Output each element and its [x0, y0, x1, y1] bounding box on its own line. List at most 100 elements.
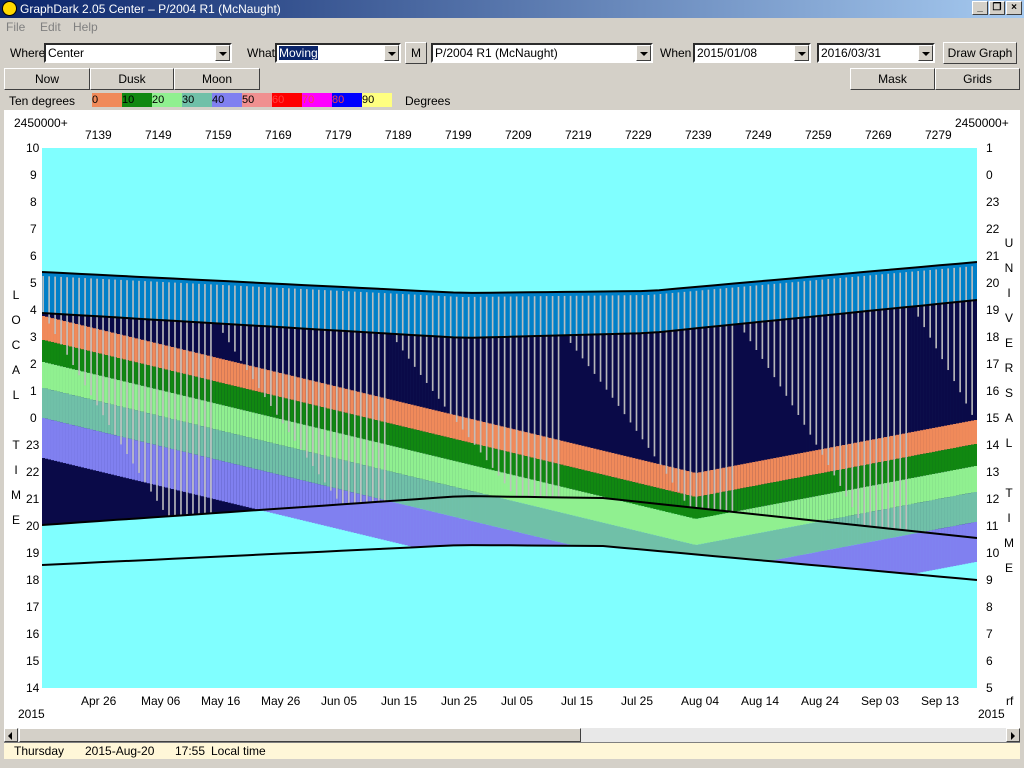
- altitude-band: [494, 496, 498, 527]
- moon-stripe: [84, 278, 86, 386]
- altitude-band: [953, 495, 957, 526]
- scroll-thumb[interactable]: [19, 728, 581, 742]
- altitude-band: [239, 465, 244, 506]
- altitude-band: [308, 482, 313, 523]
- twilight-band: [818, 275, 822, 316]
- where-select[interactable]: Center: [44, 43, 232, 63]
- altitude-band: [449, 414, 453, 439]
- altitude-band: [158, 446, 163, 487]
- twilight-band: [182, 279, 187, 322]
- altitude-band: [356, 463, 360, 494]
- menu-help[interactable]: Help: [73, 20, 98, 34]
- altitude-band: [632, 458, 636, 483]
- altitude-band: [116, 406, 121, 437]
- darkness-graph[interactable]: [42, 148, 977, 688]
- altitude-band: [806, 475, 810, 498]
- altitude-band: [896, 434, 900, 459]
- altitude-band: [59, 366, 64, 393]
- altitude-band: [356, 415, 360, 438]
- altitude-band: [104, 403, 109, 434]
- altitude-band: [416, 508, 420, 548]
- altitude-band: [755, 533, 759, 561]
- mask-button[interactable]: Mask: [850, 68, 935, 90]
- what-select[interactable]: Moving: [275, 43, 401, 63]
- altitude-band: [521, 533, 525, 546]
- altitude-band: [728, 490, 732, 513]
- vertical-letter: E: [1004, 336, 1013, 350]
- altitude-band: [242, 436, 247, 467]
- altitude-band: [500, 498, 504, 529]
- altitude-band: [233, 386, 238, 409]
- grids-button[interactable]: Grids: [935, 68, 1020, 90]
- chevron-down-icon[interactable]: [636, 45, 651, 61]
- altitude-band: [332, 457, 336, 488]
- scroll-right-icon[interactable]: [1006, 728, 1020, 742]
- altitude-band: [152, 414, 157, 445]
- altitude-band: [734, 537, 738, 559]
- now-button[interactable]: Now: [4, 68, 90, 90]
- close-button[interactable]: ×: [1006, 1, 1022, 15]
- dusk-button[interactable]: Dusk: [90, 68, 174, 90]
- altitude-band: [74, 425, 79, 466]
- altitude-band: [569, 466, 573, 489]
- altitude-band: [947, 449, 951, 472]
- start-date-select[interactable]: 2015/01/08: [693, 43, 811, 63]
- minimize-button[interactable]: _: [972, 1, 988, 15]
- altitude-band: [59, 392, 64, 423]
- chevron-down-icon[interactable]: [794, 45, 809, 61]
- date-tick-label: Jul 15: [561, 694, 594, 708]
- altitude-band: [548, 461, 552, 484]
- altitude-band: [422, 431, 426, 454]
- altitude-band: [686, 471, 690, 496]
- altitude-band: [350, 492, 354, 533]
- twilight-band: [212, 280, 217, 324]
- altitude-band: [128, 408, 133, 439]
- menu-edit[interactable]: Edit: [40, 20, 61, 34]
- altitude-band: [806, 553, 810, 565]
- scroll-left-icon[interactable]: [4, 728, 18, 742]
- draw-graph-button[interactable]: Draw Graph: [943, 42, 1017, 64]
- twilight-band: [566, 291, 570, 336]
- altitude-band: [449, 438, 453, 461]
- m-button[interactable]: M: [405, 42, 427, 64]
- end-date-select[interactable]: 2016/03/31: [817, 43, 935, 63]
- moon-stripe: [461, 296, 464, 430]
- chevron-down-icon[interactable]: [215, 45, 230, 61]
- twilight-band: [758, 281, 762, 322]
- altitude-band: [929, 452, 933, 475]
- altitude-band: [950, 470, 954, 497]
- altitude-band: [188, 375, 193, 398]
- altitude-band: [239, 363, 244, 388]
- altitude-band: [320, 383, 324, 408]
- chevron-down-icon[interactable]: [384, 45, 399, 61]
- altitude-band: [884, 509, 888, 540]
- altitude-band: [740, 488, 744, 511]
- altitude-band: [833, 548, 837, 568]
- ut-hour-label: 1: [986, 141, 993, 155]
- object-select[interactable]: P/2004 R1 (McNaught): [431, 43, 653, 63]
- altitude-band: [467, 442, 471, 465]
- altitude-band: [42, 362, 46, 388]
- horizontal-scrollbar[interactable]: [4, 728, 1020, 742]
- altitude-band: [104, 331, 109, 356]
- moon-stripe: [737, 287, 740, 324]
- chevron-down-icon[interactable]: [918, 45, 933, 61]
- altitude-band: [389, 501, 393, 542]
- altitude-band: [623, 455, 627, 480]
- altitude-band: [56, 391, 61, 422]
- altitude-band: [422, 407, 426, 432]
- altitude-band: [818, 521, 822, 552]
- menu-file[interactable]: File: [6, 20, 25, 34]
- altitude-band: [425, 432, 429, 455]
- restore-button[interactable]: ❐: [989, 1, 1005, 15]
- altitude-band: [290, 375, 295, 400]
- vertical-letter: S: [1004, 386, 1013, 400]
- year-right: 2015: [978, 707, 1005, 721]
- moon-button[interactable]: Moon: [174, 68, 260, 90]
- jd-tick-label: 7249: [745, 128, 772, 142]
- ut-hour-label: 0: [986, 168, 993, 182]
- altitude-band: [506, 499, 510, 530]
- altitude-band: [743, 487, 747, 510]
- altitude-band: [842, 468, 846, 491]
- twilight-band: [362, 288, 366, 333]
